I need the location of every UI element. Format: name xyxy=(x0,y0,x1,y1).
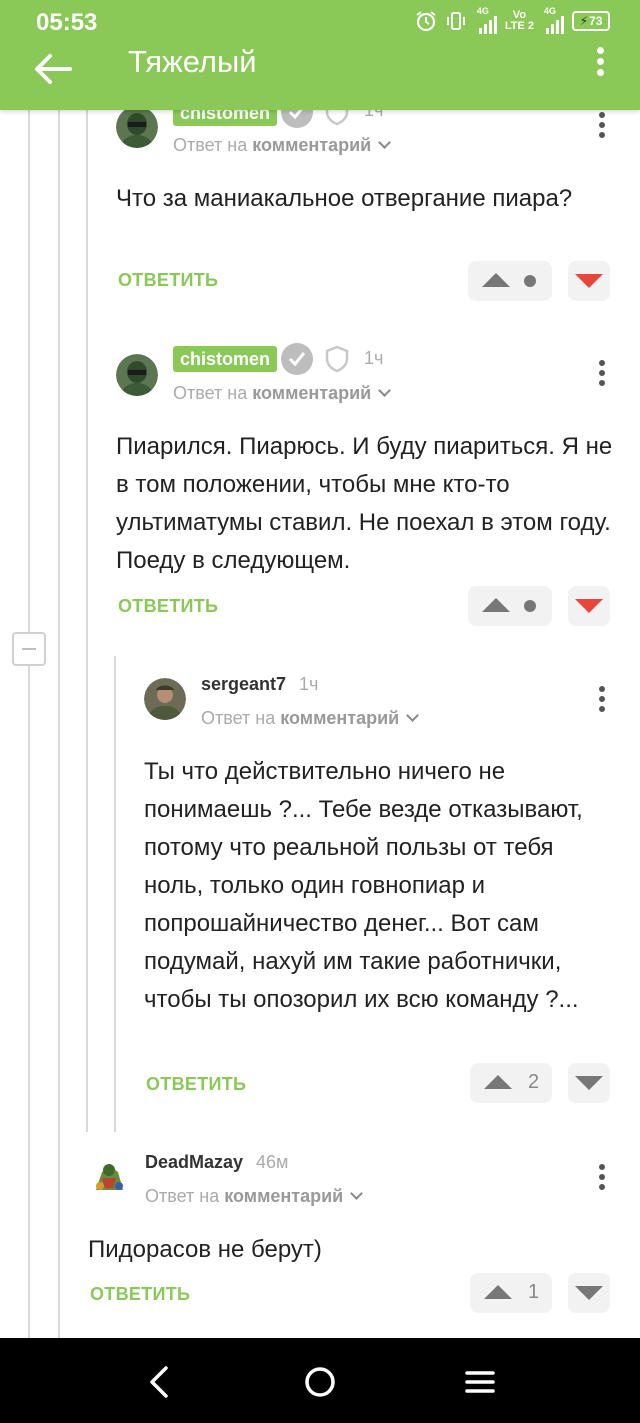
comment-text: Пидорасов не берут) xyxy=(88,1236,322,1263)
signal-1-icon: 4G xyxy=(475,6,497,34)
status-time: 05:53 xyxy=(36,9,98,36)
alarm-icon xyxy=(416,11,436,32)
upvote-icon[interactable] xyxy=(484,1285,512,1299)
battery-level: 73 xyxy=(589,14,603,28)
page-title: Тяжелый xyxy=(128,44,257,79)
volte-indicator: Vo LTE 2 xyxy=(505,10,534,32)
vibrate-icon xyxy=(446,12,465,30)
downvote-button[interactable] xyxy=(568,1273,610,1313)
back-arrow-icon[interactable] xyxy=(30,52,74,86)
comment-4: DeadMazay 46м Ответ на комментарий Пидор… xyxy=(0,0,640,1338)
vote-count: 1 xyxy=(528,1281,540,1303)
home-icon[interactable] xyxy=(300,1362,340,1402)
reply-target: комментарий xyxy=(224,1186,344,1206)
toolbar: Тяжелый xyxy=(0,44,640,110)
comment-menu-button[interactable] xyxy=(592,1162,612,1194)
status-icons: 4G Vo LTE 2 4G ⚡ 73 xyxy=(415,6,610,34)
battery-icon: ⚡ 73 xyxy=(572,11,610,31)
comment-time: 46м xyxy=(256,1152,289,1172)
screen: 05:53 4G Vo LTE 2 4G ⚡ 73 Тяжелый chisto… xyxy=(0,0,640,1423)
system-navigation-bar xyxy=(0,1338,640,1423)
chevron-down-icon xyxy=(350,1187,364,1200)
reply-to-link[interactable]: Ответ на комментарий xyxy=(145,1186,364,1207)
signal-2-icon: 4G xyxy=(542,6,564,34)
avatar[interactable] xyxy=(88,1156,130,1198)
overflow-menu-button[interactable] xyxy=(588,44,612,80)
reply-prefix: Ответ на xyxy=(145,1186,220,1206)
app-header: 05:53 4G Vo LTE 2 4G ⚡ 73 Тяжелый xyxy=(0,0,640,110)
status-bar: 05:53 4G Vo LTE 2 4G ⚡ 73 xyxy=(0,0,640,44)
upvote-control[interactable]: 1 xyxy=(470,1273,552,1313)
recent-apps-icon[interactable] xyxy=(460,1362,500,1402)
back-icon[interactable] xyxy=(140,1362,180,1402)
reply-button[interactable]: ОТВЕТИТЬ xyxy=(90,1284,190,1305)
lte-label: LTE 2 xyxy=(504,20,534,32)
username[interactable]: DeadMazay xyxy=(145,1152,243,1173)
downvote-icon xyxy=(575,1286,603,1300)
